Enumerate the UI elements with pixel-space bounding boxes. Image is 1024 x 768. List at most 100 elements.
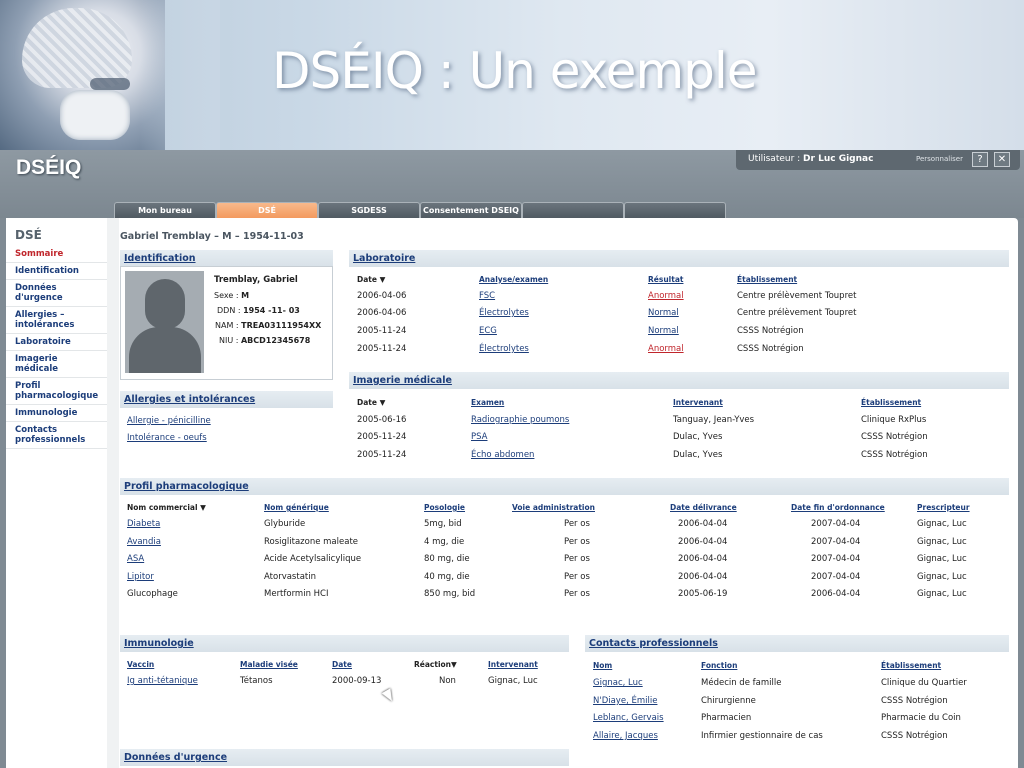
lab-result-normal[interactable]: Normal — [648, 308, 679, 318]
img-col-date[interactable]: Date ▼ — [357, 398, 385, 407]
rx-date-delivrance: 2006-04-04 — [678, 537, 728, 547]
immunologie-title[interactable]: Immunologie — [124, 638, 194, 649]
profil-title[interactable]: Profil pharmacologique — [124, 481, 249, 492]
ct-col-nom[interactable]: Nom — [593, 661, 612, 670]
imm-col-maladie[interactable]: Maladie visée — [240, 660, 298, 669]
laboratoire-title[interactable]: Laboratoire — [353, 253, 415, 264]
imm-col-vaccin[interactable]: Vaccin — [127, 660, 154, 669]
sidebar-item-contacts[interactable]: Contacts professionnels — [6, 422, 107, 449]
lab-exam-link[interactable]: ECG — [479, 326, 497, 336]
sexe-row: Sexe : M — [214, 291, 249, 300]
tab-dse[interactable]: DSÉ — [216, 202, 318, 218]
contact-function: Médecin de famille — [701, 678, 782, 688]
imm-col-reaction[interactable]: Réaction▼ — [414, 660, 457, 669]
imagerie-title[interactable]: Imagerie médicale — [353, 375, 452, 386]
sidebar-item-imagerie[interactable]: Imagerie médicale — [6, 351, 107, 378]
user-label: Utilisateur : — [748, 154, 804, 164]
lab-col-analyse[interactable]: Analyse/examen — [479, 275, 548, 284]
rx-col-nom-generique[interactable]: Nom générique — [264, 503, 329, 512]
contact-name-link[interactable]: Gignac, Luc — [593, 678, 643, 688]
urgence-title[interactable]: Données d'urgence — [124, 752, 227, 763]
lab-col-resultat[interactable]: Résultat — [648, 275, 683, 284]
niu-row: NIU : ABCD12345678 — [219, 336, 310, 345]
tab-mon-bureau[interactable]: Mon bureau — [114, 202, 216, 218]
imm-reaction: Non — [439, 676, 456, 686]
patient-photo-placeholder — [125, 271, 204, 373]
contacts-title[interactable]: Contacts professionnels — [589, 638, 718, 649]
tab-empty-2[interactable] — [624, 202, 726, 218]
rx-generic: Atorvastatin — [264, 572, 316, 582]
contact-establishment: Pharmacie du Coin — [881, 713, 961, 723]
rx-drug-link[interactable]: Avandia — [127, 537, 161, 547]
contact-name-link[interactable]: N'Diaye, Émilie — [593, 696, 657, 706]
contacts-section-header: Contacts professionnels — [585, 635, 1009, 652]
sidebar-item-immunologie[interactable]: Immunologie — [6, 405, 107, 422]
img-exam-link[interactable]: Radiographie poumons — [471, 415, 569, 425]
nam-value: TREA03111954XX — [241, 321, 322, 330]
lab-establishment: Centre prélèvement Toupret — [737, 291, 857, 301]
rx-col-posologie[interactable]: Posologie — [424, 503, 465, 512]
allergies-title[interactable]: Allergies et intolérances — [124, 394, 255, 405]
rx-col-prescripteur[interactable]: Prescripteur — [917, 503, 970, 512]
rx-date-fin: 2007-04-04 — [811, 519, 861, 529]
lab-result-abnormal[interactable]: Anormal — [648, 344, 684, 354]
rx-col-date-delivrance[interactable]: Date délivrance — [670, 503, 737, 512]
allergy-item[interactable]: Intolérance - oeufs — [127, 433, 207, 443]
tab-sgdess[interactable]: SGDESS — [318, 202, 420, 218]
img-col-etablissement[interactable]: Établissement — [861, 398, 921, 407]
ddn-value: 1954 -11- 03 — [243, 306, 300, 315]
img-establishment: Clinique RxPlus — [861, 415, 927, 425]
personalize-link[interactable]: Personnaliser — [916, 155, 963, 163]
sidebar: DSÉ Sommaire Identification Données d'ur… — [6, 218, 107, 768]
sidebar-item-sommaire[interactable]: Sommaire — [6, 246, 107, 263]
lab-exam-link[interactable]: FSC — [479, 291, 495, 301]
urgence-section-header: Données d'urgence — [120, 749, 569, 766]
rx-col-voie[interactable]: Voie administration — [512, 503, 595, 512]
sidebar-item-laboratoire[interactable]: Laboratoire — [6, 334, 107, 351]
lab-exam-link[interactable]: Électrolytes — [479, 308, 529, 318]
close-icon[interactable]: ✕ — [994, 152, 1010, 167]
sidebar-item-profil[interactable]: Profil pharmacologique — [6, 378, 107, 405]
ct-col-etablissement[interactable]: Établissement — [881, 661, 941, 670]
lab-date: 2005-11-24 — [357, 344, 407, 354]
sidebar-item-urgence[interactable]: Données d'urgence — [6, 280, 107, 307]
img-col-intervenant[interactable]: Intervenant — [673, 398, 723, 407]
contact-name-link[interactable]: Allaire, Jacques — [593, 731, 658, 741]
rx-col-date-fin[interactable]: Date fin d'ordonnance — [791, 503, 885, 512]
img-col-examen[interactable]: Examen — [471, 398, 504, 407]
lab-col-date[interactable]: Date ▼ — [357, 275, 385, 284]
imm-col-date[interactable]: Date — [332, 660, 352, 669]
ct-col-fonction[interactable]: Fonction — [701, 661, 737, 670]
lab-result-normal[interactable]: Normal — [648, 326, 679, 336]
contact-name-link[interactable]: Leblanc, Gervais — [593, 713, 664, 723]
lab-col-etablissement[interactable]: Établissement — [737, 275, 797, 284]
allergy-item[interactable]: Allergie - pénicilline — [127, 416, 211, 426]
sidebar-item-allergies[interactable]: Allergies – intolérances — [6, 307, 107, 334]
rx-col-nom-commercial[interactable]: Nom commercial ▼ — [127, 503, 206, 512]
identification-title[interactable]: Identification — [124, 253, 196, 264]
rx-date-delivrance: 2006-04-04 — [678, 554, 728, 564]
img-intervenant: Tanguay, Jean-Yves — [673, 415, 755, 425]
ddn-label: DDN : — [217, 306, 241, 315]
lab-exam-link[interactable]: Électrolytes — [479, 344, 529, 354]
niu-value: ABCD12345678 — [240, 336, 311, 345]
rx-drug-link[interactable]: Diabeta — [127, 519, 160, 529]
rx-drug-link[interactable]: Lipitor — [127, 572, 154, 582]
rx-date-fin: 2006-04-04 — [811, 589, 861, 599]
tab-empty-1[interactable] — [522, 202, 624, 218]
help-icon[interactable]: ? — [972, 152, 988, 167]
contact-function: Infirmier gestionnaire de cas — [701, 731, 823, 741]
sidebar-item-identification[interactable]: Identification — [6, 263, 107, 280]
lab-result-abnormal[interactable]: Anormal — [648, 291, 684, 301]
img-exam-link[interactable]: PSA — [471, 432, 488, 442]
imm-vaccin-link[interactable]: Ig anti-tétanique — [127, 676, 198, 686]
tab-consentement[interactable]: Consentement DSEIQ — [420, 202, 522, 218]
rx-prescripteur: Gignac, Luc — [917, 537, 967, 547]
img-exam-link[interactable]: Écho abdomen — [471, 450, 534, 460]
rx-drug-link[interactable]: ASA — [127, 554, 144, 564]
imm-col-intervenant[interactable]: Intervenant — [488, 660, 538, 669]
identification-card: Tremblay, Gabriel Sexe : M DDN : 1954 -1… — [120, 266, 333, 380]
rx-posologie: 80 mg, die — [424, 554, 470, 564]
rx-date-fin: 2007-04-04 — [811, 572, 861, 582]
laboratoire-section-header: Laboratoire — [349, 250, 1009, 267]
